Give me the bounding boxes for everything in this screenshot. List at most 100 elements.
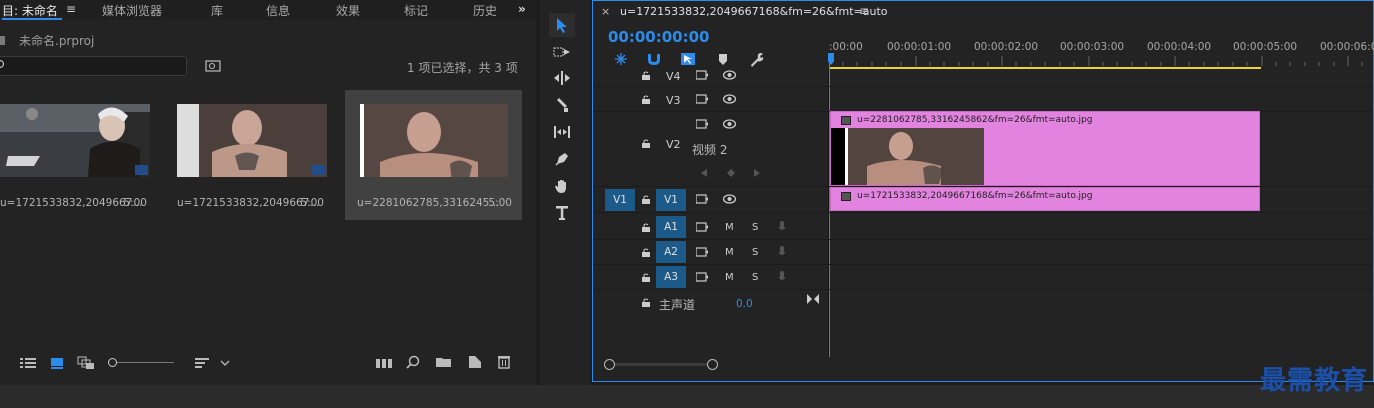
microphone-icon[interactable]	[778, 221, 786, 233]
track-label-v3[interactable]: V3	[666, 95, 681, 107]
solo-button[interactable]: S	[752, 247, 758, 259]
master-volume-value[interactable]: 0.0	[736, 298, 753, 310]
sync-lock-icon[interactable]	[696, 194, 708, 204]
status-bar	[0, 385, 1374, 408]
microphone-icon[interactable]	[778, 271, 786, 283]
project-footer	[0, 345, 536, 380]
search-input[interactable]	[0, 56, 187, 76]
lock-icon[interactable]	[642, 95, 650, 104]
tab-project[interactable]: 目: 未命名	[2, 2, 58, 19]
track-select-tool[interactable]	[549, 40, 575, 64]
scrollbar-right-handle[interactable]	[707, 359, 718, 370]
snap-magnet-icon[interactable]	[646, 52, 662, 66]
lock-icon[interactable]	[642, 273, 650, 282]
eye-icon[interactable]	[723, 119, 736, 129]
eye-icon[interactable]	[723, 70, 736, 80]
lock-icon[interactable]	[642, 195, 650, 204]
tabs-overflow-icon[interactable]: »	[518, 2, 526, 16]
track-label-v1[interactable]: V1	[656, 189, 686, 211]
sequence-name[interactable]: u=1721533832,2049667168&fm=26&fmt=auto	[620, 5, 888, 18]
track-lane-v4[interactable]	[829, 65, 1373, 87]
track-name-v2[interactable]: 视频 2	[692, 141, 727, 158]
eye-icon[interactable]	[723, 194, 736, 204]
chevron-down-icon[interactable]	[220, 359, 230, 367]
new-item-icon[interactable]	[468, 355, 482, 369]
project-item-2[interactable]: u=1721533832,2049667... 5:00	[167, 90, 332, 220]
scrollbar-left-handle[interactable]	[604, 359, 615, 370]
track-lane-a1[interactable]	[829, 215, 1373, 240]
source-patch-v1[interactable]: V1	[605, 189, 635, 211]
track-label-v2[interactable]: V2	[666, 139, 681, 151]
eye-icon[interactable]	[723, 94, 736, 104]
new-search-bin-icon[interactable]	[205, 59, 221, 73]
timeline-zoom-scrollbar[interactable]	[609, 363, 713, 366]
mute-button[interactable]: M	[725, 247, 734, 259]
track-label-v4[interactable]: V4	[666, 71, 681, 83]
tab-info[interactable]: 信息	[266, 2, 290, 19]
track-label-a2[interactable]: A2	[656, 241, 686, 263]
lock-icon[interactable]	[642, 71, 650, 80]
zoom-slider-handle[interactable]	[108, 358, 117, 367]
clip-v1[interactable]: u=1721533832,2049667168&fm=26&fmt=auto.j…	[830, 187, 1260, 211]
sync-lock-icon[interactable]	[696, 272, 708, 282]
track-lane-a3[interactable]	[829, 265, 1373, 290]
playhead-timecode[interactable]: 00:00:00:00	[608, 28, 710, 46]
add-keyframe-icon[interactable]	[727, 169, 735, 177]
sync-lock-icon[interactable]	[696, 119, 708, 129]
sync-lock-icon[interactable]	[696, 70, 708, 80]
mute-button[interactable]: M	[725, 272, 734, 284]
track-label-a3[interactable]: A3	[656, 266, 686, 288]
nest-icon[interactable]	[613, 52, 629, 66]
next-keyframe-icon[interactable]	[754, 169, 760, 177]
trash-icon[interactable]	[497, 355, 511, 369]
master-track-lane[interactable]	[829, 290, 1373, 316]
sort-icon[interactable]	[195, 357, 209, 369]
slip-tool[interactable]	[549, 120, 575, 144]
prev-keyframe-icon[interactable]	[701, 169, 707, 177]
tab-libraries[interactable]: 库	[211, 2, 223, 19]
clip-v2[interactable]: u=2281062785,3316245862&fm=26&fmt=auto.j…	[830, 111, 1260, 186]
project-title-row: 未命名.prproj	[0, 20, 536, 55]
solo-button[interactable]: S	[752, 222, 758, 234]
lock-icon[interactable]	[642, 223, 650, 232]
tab-effects[interactable]: 效果	[336, 2, 360, 19]
type-tool[interactable]	[549, 201, 575, 225]
tab-media-browser[interactable]: 媒体浏览器	[102, 2, 162, 19]
linked-selection-icon[interactable]	[680, 52, 696, 66]
solo-button[interactable]: S	[752, 272, 758, 284]
sync-lock-icon[interactable]	[696, 222, 708, 232]
tab-history[interactable]: 历史	[473, 2, 496, 19]
track-lane-a2[interactable]	[829, 240, 1373, 265]
track-label-a1[interactable]: A1	[656, 216, 686, 238]
timeline-menu-icon[interactable]: ≡	[859, 4, 869, 18]
razor-tool[interactable]	[549, 93, 575, 117]
lock-icon[interactable]	[642, 248, 650, 257]
new-bin-icon[interactable]	[436, 356, 452, 368]
freeform-view-icon[interactable]	[77, 356, 95, 370]
ripple-edit-tool[interactable]	[549, 66, 575, 90]
icon-view-icon[interactable]	[50, 357, 64, 369]
tab-markers[interactable]: 标记	[404, 2, 428, 19]
lock-icon[interactable]	[642, 139, 650, 148]
go-to-end-icon[interactable]	[807, 294, 819, 304]
close-icon[interactable]: ×	[601, 5, 610, 18]
track-header-v1: V1 V1	[593, 187, 829, 213]
sync-lock-icon[interactable]	[696, 94, 708, 104]
track-lane-v3[interactable]	[829, 87, 1373, 112]
selection-tool[interactable]	[549, 13, 575, 37]
sync-lock-icon[interactable]	[696, 247, 708, 257]
tab-menu-icon[interactable]: ≡	[66, 2, 76, 16]
lock-icon[interactable]	[642, 298, 650, 307]
list-view-icon[interactable]	[20, 357, 36, 369]
project-file-name: 未命名.prproj	[19, 34, 95, 48]
ripple-edit-icon	[554, 71, 570, 85]
mute-button[interactable]: M	[725, 222, 734, 234]
automate-to-sequence-icon[interactable]	[376, 357, 392, 369]
pen-tool[interactable]	[549, 147, 575, 171]
hand-tool[interactable]	[549, 174, 575, 198]
microphone-icon[interactable]	[778, 246, 786, 258]
project-item-1[interactable]: u=1721533832,2049667... 5:00	[0, 90, 155, 220]
find-icon[interactable]	[406, 355, 420, 369]
project-item-3[interactable]: u=2281062785,3316245... 5:00	[345, 90, 522, 220]
zoom-slider-track[interactable]	[112, 362, 174, 363]
